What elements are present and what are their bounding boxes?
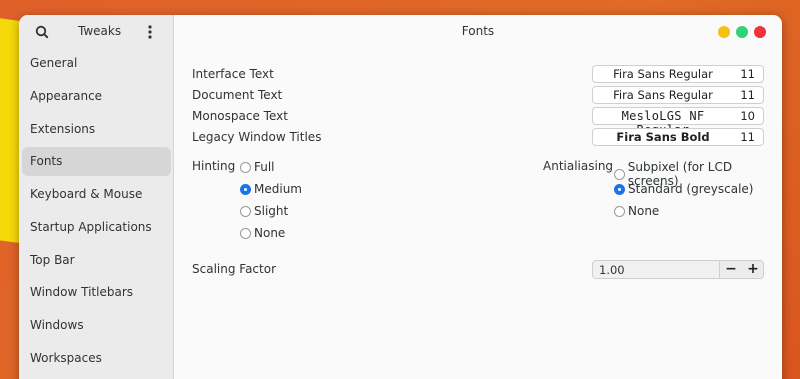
radio-button-checked-icon [614,183,625,195]
kebab-menu-icon [148,25,152,39]
sidebar-item-window-titlebars[interactable]: Window Titlebars [22,278,171,307]
option-label: None [254,226,286,240]
sidebar-item-keyboard-mouse[interactable]: Keyboard & Mouse [22,180,171,209]
sidebar-item-label: Startup Applications [30,220,152,234]
antialiasing-option-none[interactable]: None [614,204,659,218]
scaling-factor-spinner: 1.00 − + [592,260,764,279]
radio-button-checked-icon [240,183,251,195]
app-title: Tweaks [78,24,122,38]
font-size: 11 [740,67,755,81]
maximize-button[interactable] [736,26,748,38]
font-size: 10 [740,109,755,123]
document-text-font-button[interactable]: Fira Sans Regular 11 [592,86,764,104]
sidebar-item-label: Appearance [30,89,103,103]
sidebar-item-label: Windows [30,318,84,332]
sidebar-item-extensions[interactable]: Extensions [22,115,171,144]
interface-text-label: Interface Text [192,67,274,81]
sidebar-item-fonts[interactable]: Fonts [22,147,171,176]
sidebar-item-startup-applications[interactable]: Startup Applications [22,213,171,242]
radio-button-icon [240,227,251,239]
page-title: Fonts [461,24,495,38]
close-button[interactable] [754,26,766,38]
tweaks-window: Tweaks General Appearance Extensions Fon… [19,15,782,379]
main-panel: Fonts Interface Text Fira Sans Regular 1… [174,15,782,379]
sidebar-item-label: Workspaces [30,351,102,365]
hinting-option-none[interactable]: None [240,226,285,240]
menu-button[interactable] [144,23,156,41]
option-label: Standard (greyscale) [628,182,754,196]
interface-text-font-button[interactable]: Fira Sans Regular 11 [592,65,764,83]
sidebar-item-label: Keyboard & Mouse [30,187,143,201]
sidebar-item-windows[interactable]: Windows [22,311,171,340]
option-label: Full [254,160,275,174]
sidebar-item-appearance[interactable]: Appearance [22,82,171,111]
sidebar-item-label: General [30,56,78,70]
sidebar-item-label: Fonts [30,154,63,168]
font-name: Fira Sans Regular [613,67,713,81]
sidebar-item-label: Extensions [30,122,96,136]
sidebar-header: Tweaks [19,15,173,48]
sidebar-item-general[interactable]: General [22,49,171,78]
sidebar: Tweaks General Appearance Extensions Fon… [19,15,174,379]
option-label: None [628,204,660,218]
monospace-text-label: Monospace Text [192,109,288,123]
increment-button[interactable]: + [742,261,763,278]
sidebar-item-workspaces[interactable]: Workspaces [22,344,171,373]
font-name: Fira Sans Regular [613,88,713,102]
document-text-label: Document Text [192,88,283,102]
font-name: Fira Sans Bold [616,130,710,144]
font-size: 11 [740,130,755,144]
hinting-option-full[interactable]: Full [240,160,275,174]
radio-button-icon [614,205,625,217]
radio-button-icon [240,205,251,217]
sidebar-item-label: Window Titlebars [30,285,134,299]
legacy-window-titles-label: Legacy Window Titles [192,130,322,144]
option-label: Slight [254,204,289,218]
font-size: 11 [740,88,755,102]
search-icon [35,25,49,39]
scaling-factor-input[interactable]: 1.00 [593,261,720,278]
sidebar-item-top-bar[interactable]: Top Bar [22,246,171,275]
sidebar-item-label: Top Bar [30,253,75,267]
hinting-option-medium[interactable]: Medium [240,182,302,196]
option-label: Medium [254,182,302,196]
antialiasing-option-standard[interactable]: Standard (greyscale) [614,182,753,196]
radio-button-icon [614,168,625,180]
legacy-window-titles-font-button[interactable]: Fira Sans Bold 11 [592,128,764,146]
antialiasing-label: Antialiasing [543,159,614,173]
hinting-option-slight[interactable]: Slight [240,204,288,218]
radio-button-icon [240,161,251,173]
header-bar: Fonts [174,15,782,48]
decrement-button[interactable]: − [720,261,742,278]
hinting-label: Hinting [192,159,236,173]
minimize-button[interactable] [718,26,730,38]
monospace-text-font-button[interactable]: MesloLGS NF Regular 10 [592,107,764,137]
scaling-factor-label: Scaling Factor [192,262,277,276]
search-button[interactable] [33,23,53,41]
window-controls [718,26,766,38]
